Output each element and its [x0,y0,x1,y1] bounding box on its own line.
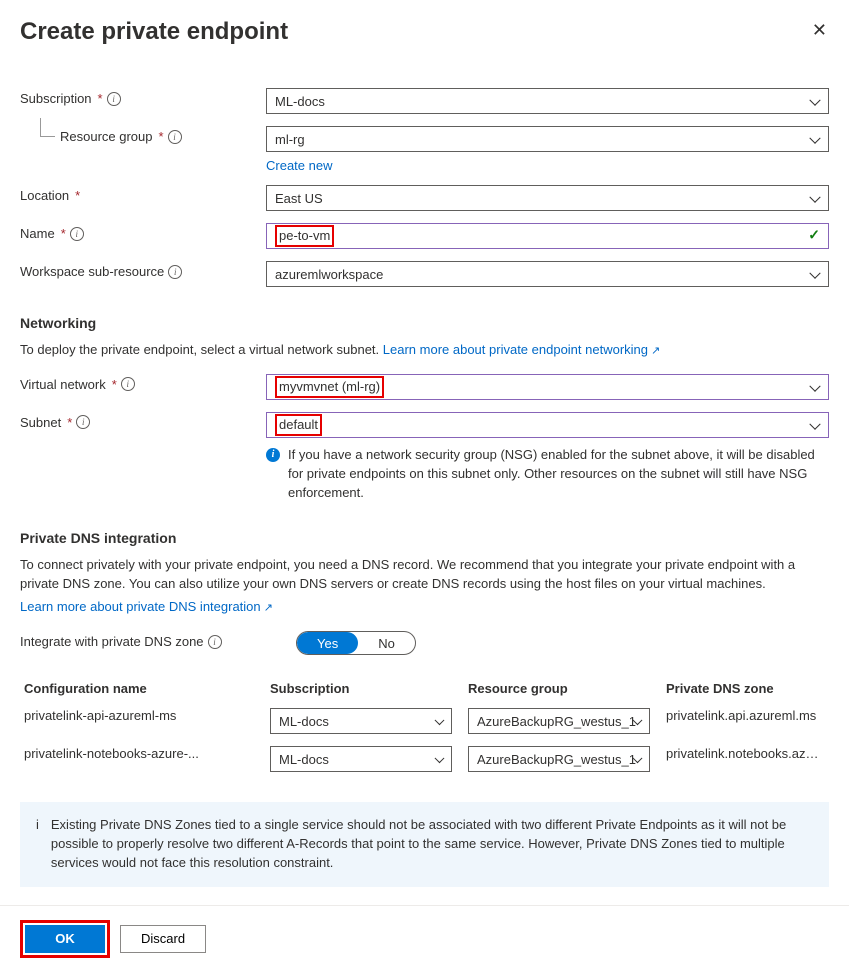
cell-zone: privatelink.api.azureml.ms [666,708,825,734]
page-title: Create private endpoint [20,18,288,46]
location-label: Location [20,188,69,203]
row-subscription-select[interactable]: ML-docs [270,746,452,772]
th-rg: Resource group [468,681,650,696]
info-icon[interactable]: i [70,227,84,241]
nsg-note: If you have a network security group (NS… [288,446,829,503]
subscription-select[interactable]: ML-docs [266,88,829,114]
row-rg-select[interactable]: AzureBackupRG_westus_1 [468,746,650,772]
name-input[interactable]: pe-to-vm ✓ [266,223,829,249]
subscription-label: Subscription [20,91,92,106]
table-row: privatelink-notebooks-azure-... ML-docs … [20,740,829,778]
resource-group-select[interactable]: ml-rg [266,126,829,152]
th-zone: Private DNS zone [666,681,825,696]
info-icon[interactable]: i [168,130,182,144]
name-value-highlight: pe-to-vm [275,225,334,247]
subnet-value-highlight: default [275,414,322,436]
th-subscription: Subscription [270,681,452,696]
ok-button[interactable]: OK [25,925,105,953]
row-subscription-select[interactable]: ML-docs [270,708,452,734]
location-value: East US [275,191,323,206]
cell-config: privatelink-notebooks-azure-... [24,746,254,772]
sub-resource-select[interactable]: azuremlworkspace [266,261,829,287]
create-new-link[interactable]: Create new [266,158,332,173]
ok-highlight: OK [20,920,110,958]
info-bullet-icon: i [36,816,39,873]
dns-learn-more-link[interactable]: Learn more about private DNS integration [20,599,273,614]
checkmark-icon: ✓ [808,227,820,244]
networking-learn-more-link[interactable]: Learn more about private endpoint networ… [383,342,661,357]
networking-heading: Networking [20,315,829,331]
required-marker: * [159,129,164,144]
row-rg-select[interactable]: AzureBackupRG_westus_1 [468,708,650,734]
dns-callout: i Existing Private DNS Zones tied to a s… [20,802,829,887]
info-icon[interactable]: i [168,265,182,279]
name-label: Name [20,226,55,241]
required-marker: * [67,415,72,430]
info-icon[interactable]: i [107,92,121,106]
sub-resource-label: Workspace sub-resource [20,264,164,279]
dns-toggle[interactable]: Yes No [296,631,416,655]
vnet-label: Virtual network [20,377,106,392]
table-row: privatelink-api-azureml-ms ML-docs Azure… [20,702,829,740]
networking-desc: To deploy the private endpoint, select a… [20,342,383,357]
info-bullet-icon: i [266,448,280,462]
discard-button[interactable]: Discard [120,925,206,953]
required-marker: * [112,377,117,392]
toggle-no[interactable]: No [358,632,415,654]
subnet-label: Subnet [20,415,61,430]
dns-desc: To connect privately with your private e… [20,556,829,594]
info-icon[interactable]: i [76,415,90,429]
dns-toggle-label: Integrate with private DNS zone [20,634,204,649]
resource-group-value: ml-rg [275,132,305,147]
location-select[interactable]: East US [266,185,829,211]
vnet-select[interactable]: myvmvnet (ml-rg) [266,374,829,400]
info-icon[interactable]: i [208,635,222,649]
required-marker: * [61,226,66,241]
close-icon[interactable]: ✕ [810,18,829,43]
sub-resource-value: azuremlworkspace [275,267,383,282]
toggle-yes[interactable]: Yes [297,632,358,654]
resource-group-label: Resource group [60,129,153,144]
cell-config: privatelink-api-azureml-ms [24,708,254,734]
cell-zone: privatelink.notebooks.azure.n... [666,746,825,772]
required-marker: * [98,91,103,106]
callout-text: Existing Private DNS Zones tied to a sin… [51,816,813,873]
vnet-value-highlight: myvmvnet (ml-rg) [275,376,384,398]
info-icon[interactable]: i [121,377,135,391]
subnet-select[interactable]: default [266,412,829,438]
th-config: Configuration name [24,681,254,696]
dns-heading: Private DNS integration [20,530,829,546]
subscription-value: ML-docs [275,94,325,109]
required-marker: * [75,188,80,203]
